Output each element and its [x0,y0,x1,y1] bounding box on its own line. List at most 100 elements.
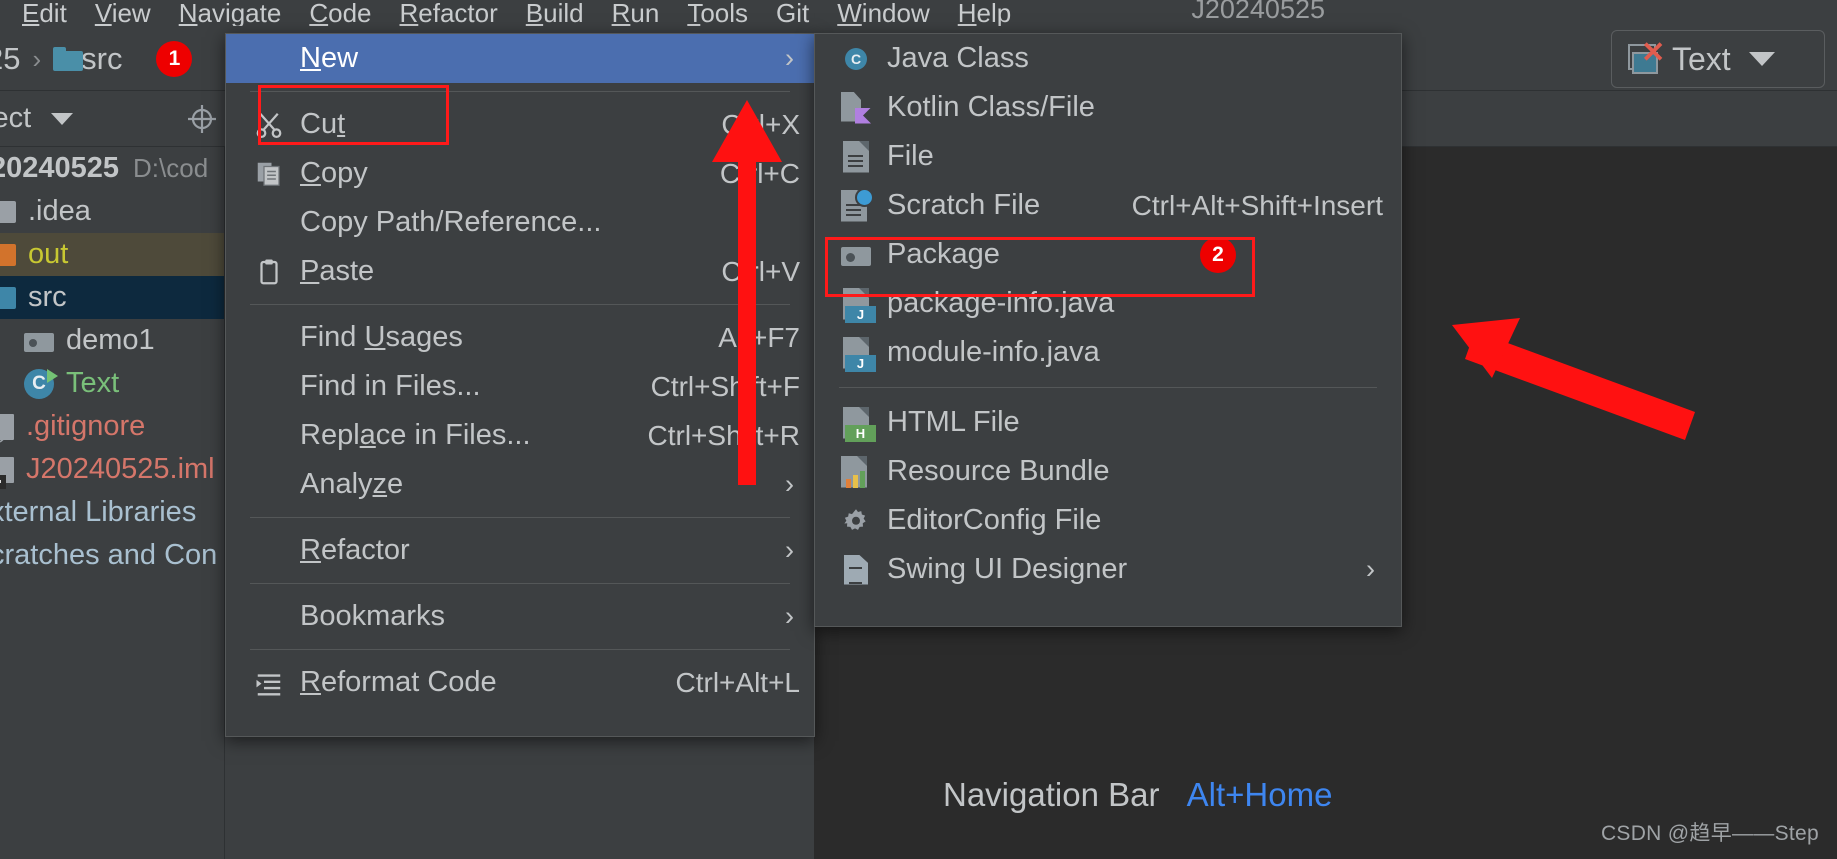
output-folder-icon [0,243,16,266]
submenu-item-editorconfig-file[interactable]: EditorConfig File [815,496,1401,545]
menu-item-replace-in-files[interactable]: Replace in Files... Ctrl+Shift+R [226,411,814,460]
menu-item-shortcut: Ctrl+Alt+L [675,666,801,698]
submenu-item-module-info-java[interactable]: J module-info.java [815,328,1401,377]
tree-label: out [28,238,69,270]
tree-label: .idea [28,195,91,227]
tree-label: Text [66,367,120,399]
submenu-item-label: module-info.java [887,336,1100,368]
source-folder-icon [0,286,16,309]
tree-label: 20240525 [0,152,120,184]
tree-row-project[interactable]: 20240525 D:\cod [0,147,224,190]
submenu-item-label: Java Class [887,42,1029,74]
new-submenu[interactable]: C Java Class Kotlin Class/File File Scra… [814,33,1402,627]
menu-item-label: Paste [300,255,375,287]
submenu-item-kotlin-class-file[interactable]: Kotlin Class/File [815,83,1401,132]
menu-item-paste[interactable]: Paste Ctrl+V [226,247,814,296]
text-dropdown-label: Text [1672,40,1731,77]
submenu-item-resource-bundle[interactable]: Resource Bundle [815,447,1401,496]
menu-window[interactable]: Window [823,0,943,26]
menu-item-label: Copy Path/Reference... [300,206,602,238]
menu-item-shortcut: Ctrl+Shift+R [647,419,801,451]
menu-item-label: Cut [300,108,346,140]
submenu-separator [839,387,1377,388]
submenu-item-scratch-file[interactable]: Scratch File Ctrl+Alt+Shift+Insert [815,181,1401,230]
submenu-item-package-info-java[interactable]: J package-info.java [815,279,1401,328]
chevron-down-icon[interactable] [51,112,74,125]
chevron-down-icon[interactable] [1748,52,1775,66]
menu-separator [250,304,790,305]
menu-item-copy[interactable]: Copy Ctrl+C [226,149,814,198]
menu-help[interactable]: Help [944,0,1025,26]
submenu-item-file[interactable]: File [815,132,1401,181]
submenu-arrow-icon: › [1366,554,1375,584]
menu-refactor[interactable]: Refactor [386,0,512,26]
iml-file-icon [0,456,14,489]
submenu-item-java-class[interactable]: C Java Class [815,34,1401,83]
tree-row-gitignore[interactable]: .gitignore [0,405,224,448]
menu-item-new[interactable]: New › [226,34,814,83]
menu-run[interactable]: Run [598,0,674,26]
menu-separator [250,649,790,650]
tree-row-out[interactable]: out [0,233,224,276]
menu-item-analyze[interactable]: Analyze › [226,460,814,509]
menu-item-label: Reformat Code [300,666,497,698]
menu-item-label: Replace in Files... [300,419,531,451]
menu-item-bookmarks[interactable]: Bookmarks › [226,592,814,641]
breadcrumb-src[interactable]: src [81,41,122,77]
menu-tools[interactable]: Tools [673,0,762,26]
submenu-item-swing-ui-designer[interactable]: Swing UI Designer › [815,545,1401,594]
toolwindow-label[interactable]: ject [0,102,31,135]
submenu-arrow-icon: › [785,469,794,499]
copy-icon [252,157,286,191]
annotation-badge-2: 2 [1200,236,1236,273]
svg-text:C: C [851,51,861,67]
menu-item-label: Refactor [300,534,410,566]
tree-row-idea[interactable]: .idea [0,190,224,233]
locate-icon[interactable] [186,103,218,135]
submenu-item-label: package-info.java [887,287,1115,319]
tree-label: demo1 [66,324,155,356]
menu-navigate[interactable]: Navigate [165,0,296,26]
menu-item-refactor[interactable]: Refactor › [226,526,814,575]
submenu-item-shortcut: Ctrl+Alt+Shift+Insert [1131,189,1383,221]
annotation-badge-1: 1 [156,41,193,77]
main-menu-bar[interactable]: Edit View Navigate Code Refactor Build R… [0,0,1837,26]
menu-item-find-in-files[interactable]: Find in Files... Ctrl+Shift+F [226,362,814,411]
breadcrumb-prefix[interactable]: 25 [0,41,20,77]
tree-project-path: D:\cod [133,153,209,183]
menu-edit[interactable]: Edit [8,0,81,26]
menu-item-find-usages[interactable]: Find Usages Alt+F7 [226,313,814,362]
menu-item-reformat-code[interactable]: Reformat Code Ctrl+Alt+L [226,658,814,707]
tree-row-src[interactable]: src [0,276,224,319]
java-class-icon: C [839,42,873,76]
menu-item-shortcut: Alt+F7 [718,321,800,353]
submenu-item-label: HTML File [887,406,1020,438]
text-dropdown[interactable]: ✕ Text [1611,30,1825,88]
tree-row-external-libraries[interactable]: xternal Libraries [0,491,224,534]
submenu-item-label: Kotlin Class/File [887,91,1095,123]
submenu-arrow-icon: › [785,535,794,565]
html-file-icon: H [839,406,876,442]
menu-item-copy-path-reference[interactable]: Copy Path/Reference... [226,198,814,247]
menu-build[interactable]: Build [512,0,598,26]
java-file-icon: J [839,287,876,323]
tree-row-scratches[interactable]: cratches and Con [0,534,224,577]
menu-view[interactable]: View [81,0,165,26]
menu-separator [250,583,790,584]
tree-row-text[interactable]: Text [0,362,224,405]
submenu-item-html-file[interactable]: H HTML File [815,398,1401,447]
menu-item-cut[interactable]: Cut Ctrl+X [226,100,814,149]
submenu-arrow-icon: › [785,43,794,73]
menu-code[interactable]: Code [295,0,385,26]
menu-item-label: New [300,42,359,74]
tree-label: .gitignore [26,410,146,442]
menu-git[interactable]: Git [762,0,823,26]
project-tree[interactable]: 20240525 D:\cod .idea out src demo1 Text [0,147,225,859]
context-menu[interactable]: New › Cut Ctrl+X Copy Ctrl+C Copy Path/R… [225,33,815,737]
menu-separator [250,517,790,518]
tree-row-demo1[interactable]: demo1 [0,319,224,362]
submenu-item-package[interactable]: Package 2 [815,230,1401,279]
tree-row-iml[interactable]: J20240525.iml [0,448,224,491]
csdn-watermark: CSDN @趋早——Step [1600,822,1819,845]
submenu-item-label: Scratch File [887,189,1041,221]
